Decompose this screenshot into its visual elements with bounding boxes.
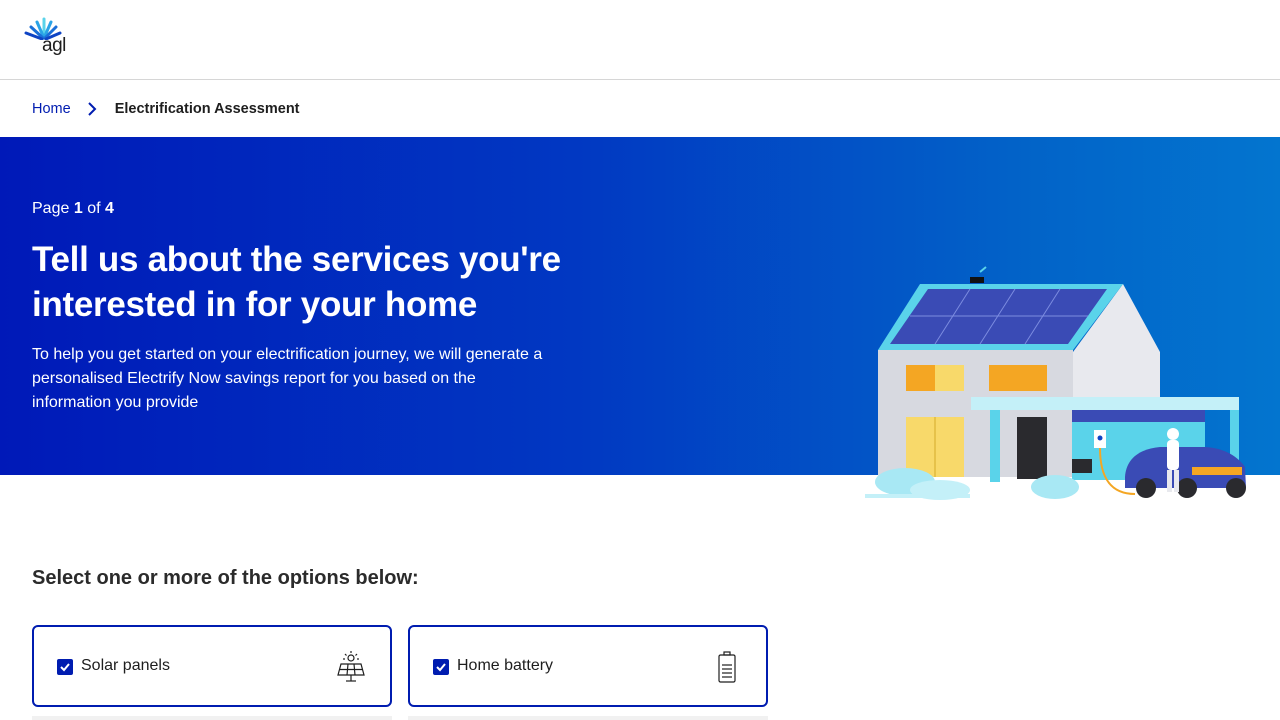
breadcrumb: Home Electrification Assessment [32, 99, 300, 119]
checkbox-home-battery[interactable] [433, 659, 449, 675]
battery-icon [712, 651, 742, 683]
breadcrumb-current: Electrification Assessment [114, 101, 300, 117]
breadcrumb-home-link[interactable]: Home [32, 101, 71, 117]
option-label-solar-panels: Solar panels [81, 657, 170, 674]
house-with-solar-and-ev-illustration [865, 266, 1246, 500]
checkmark-icon [60, 663, 70, 672]
checkbox-solar-panels[interactable] [57, 659, 73, 675]
page-indicator: Page 1 of 4 [32, 200, 114, 218]
card-shadow [408, 716, 768, 720]
option-card-solar-panels[interactable]: Solar panels [32, 625, 392, 707]
checkmark-icon [436, 663, 446, 672]
chevron-right-icon [83, 100, 101, 118]
card-shadow [32, 716, 392, 720]
page-title: Tell us about the services you're intere… [32, 240, 561, 324]
page-prefix: Page [32, 200, 70, 217]
logo-wordmark: agl [42, 35, 66, 56]
page-total: 4 [104, 200, 114, 217]
page-of: of [87, 200, 101, 217]
hero-description: To help you get started on your electrif… [32, 346, 543, 411]
page-current: 1 [73, 200, 83, 217]
solar-panel-icon [336, 651, 366, 683]
option-label-home-battery: Home battery [457, 657, 554, 674]
option-card-home-battery[interactable]: Home battery [408, 625, 768, 707]
site-header: agl [0, 0, 1280, 80]
house-illustration [860, 262, 1255, 500]
options-heading: Select one or more of the options below: [32, 567, 419, 589]
